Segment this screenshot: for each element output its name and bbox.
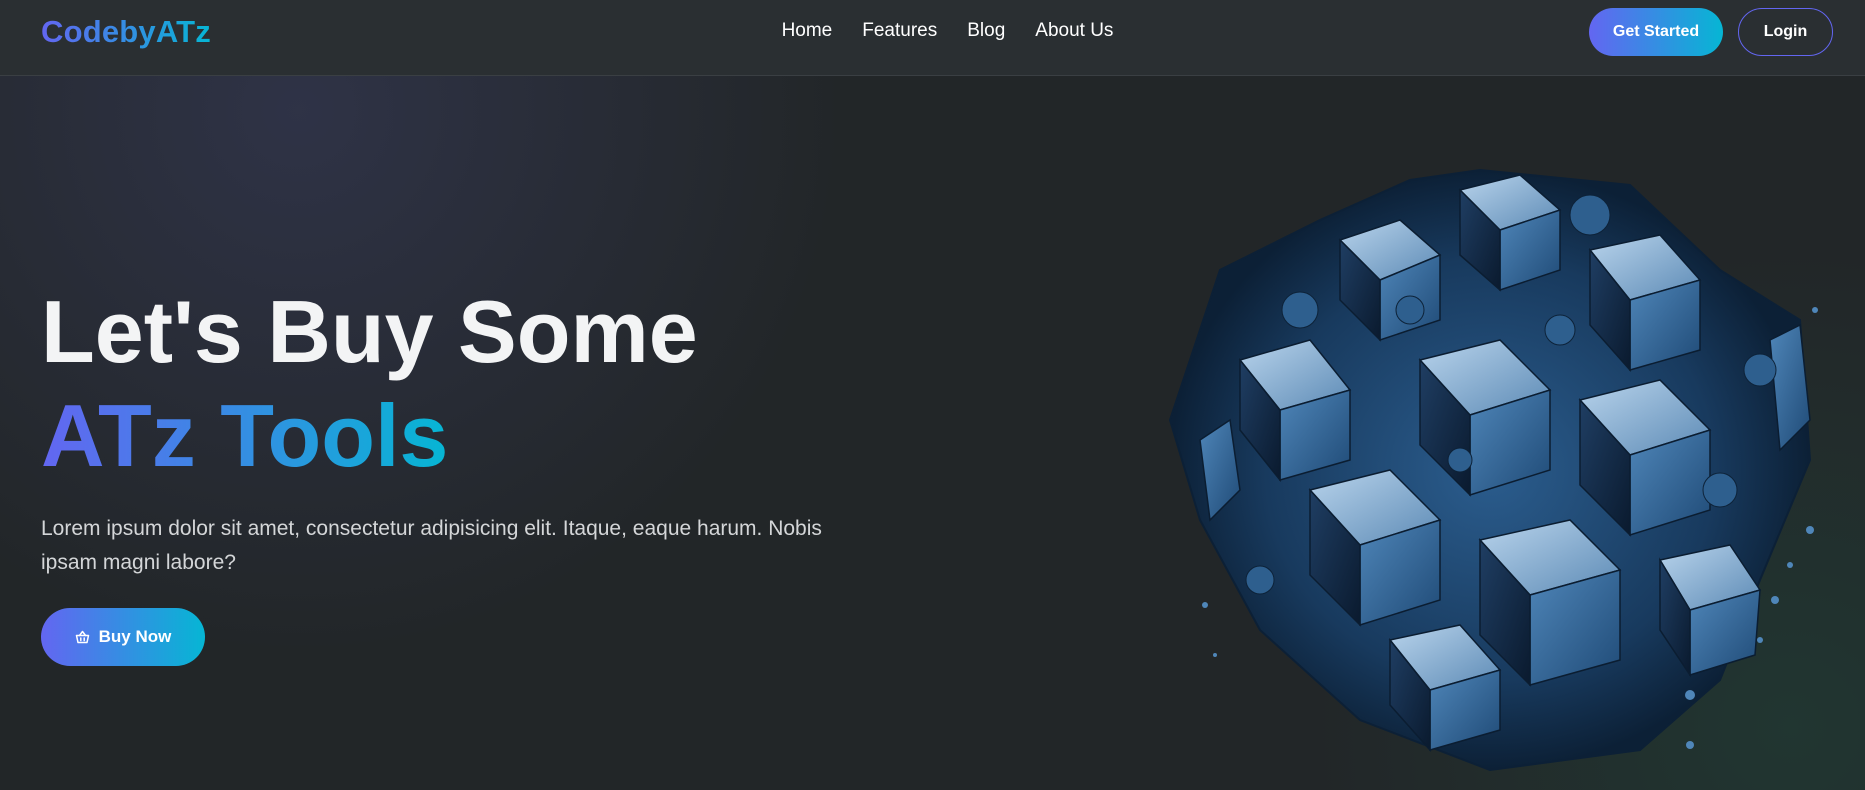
nav-link-blog[interactable]: Blog: [967, 20, 1005, 42]
buy-now-label: Buy Now: [98, 627, 172, 646]
nav-link-home[interactable]: Home: [782, 20, 833, 42]
nav-link-about-us[interactable]: About Us: [1035, 20, 1113, 42]
hero-description: Lorem ipsum dolor sit amet, consectetur …: [41, 517, 822, 574]
basket-icon: [75, 630, 90, 644]
nav-link-features[interactable]: Features: [862, 20, 937, 42]
hero-cube-sphere-illustration: [1168, 168, 1818, 772]
hero-title-highlight: ATz Tools: [41, 384, 448, 488]
login-button[interactable]: Login: [1738, 8, 1833, 56]
nav-menu: Home Features Blog About Us: [0, 20, 1865, 42]
hero-title-line-1: Let's Buy Some: [41, 282, 698, 381]
hero-title: Let's Buy Some ATz Tools: [41, 280, 698, 488]
get-started-button[interactable]: Get Started: [1589, 8, 1723, 56]
buy-now-button[interactable]: Buy Now: [41, 608, 205, 666]
navbar: CodebyATz Home Features Blog About Us Ge…: [0, 0, 1865, 76]
